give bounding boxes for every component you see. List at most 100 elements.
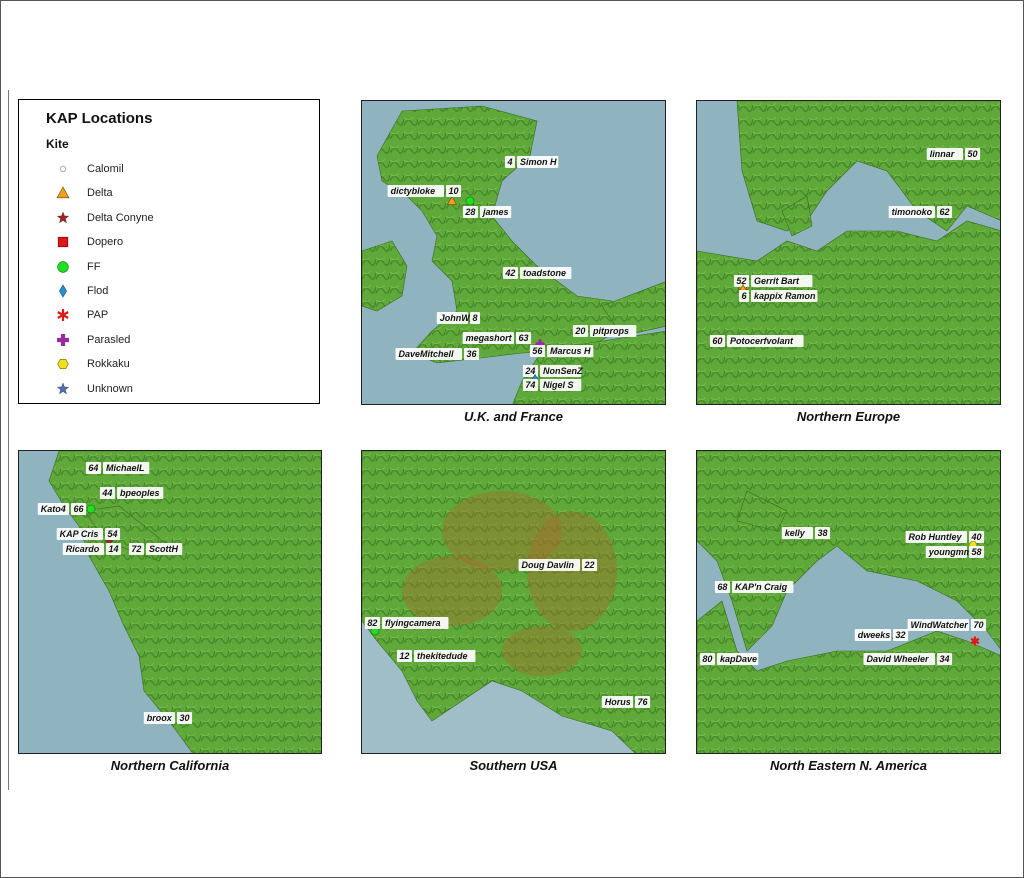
map-canvas: MichaelL 64 bpeoples 44 Kato4 66 KAP Cris 54 Ric…	[19, 451, 321, 753]
marker-name-label: megashort	[466, 333, 513, 343]
map-marker[interactable]: Potocerfvolant 60	[709, 335, 804, 347]
marker-name-label: bpeoples	[120, 488, 160, 498]
legend-item-label: Delta	[87, 187, 113, 200]
caption-uk-france: U.K. and France	[464, 409, 563, 424]
left-rule	[8, 90, 9, 790]
caption-northern-europe: Northern Europe	[796, 409, 901, 424]
map-marker[interactable]: KAP'n Craig 68	[714, 581, 794, 593]
marker-number-label: 56	[532, 346, 543, 356]
marker-number-label: 74	[525, 380, 535, 390]
marker-name-label: dweeks	[858, 630, 891, 640]
legend-item-label: FF	[87, 260, 101, 273]
map-marker[interactable]: Ricardo 14	[62, 543, 122, 555]
marker-number-label: 70	[974, 620, 984, 630]
map-northern-california[interactable]: MichaelL 64 bpeoples 44 Kato4 66 KAP Cris 54 Ric…	[18, 450, 322, 754]
legend-subtitle: Kite	[46, 137, 69, 151]
marker-number-label: 62	[940, 207, 950, 217]
map-marker[interactable]: broox 30	[143, 712, 193, 724]
map-marker[interactable]: NonSenZ 24	[522, 365, 583, 377]
marker-number-label: 34	[940, 654, 950, 664]
map-marker[interactable]: Doug Davlin 22	[518, 559, 598, 571]
map-marker[interactable]: toadstone 42	[502, 267, 572, 279]
marker-number-label: 52	[736, 276, 746, 286]
legend-item-dopero: Dopero	[55, 234, 123, 250]
marker-name-label: NonSenZ	[543, 366, 583, 376]
legend-item-delta-conyne: Delta Conyne	[55, 210, 154, 226]
map-marker[interactable]: JohnW 8	[436, 312, 481, 324]
marker-number-label: 80	[702, 654, 712, 664]
marker-name-label: kelly	[785, 528, 806, 538]
cross-icon	[57, 333, 69, 346]
marker-name-label: KAP Cris	[60, 529, 99, 539]
marker-name-label: DaveMitchell	[399, 349, 455, 359]
asterisk-icon	[57, 309, 69, 322]
map-marker[interactable]: linnar 50	[926, 148, 981, 160]
map-northern-europe[interactable]: linnar 50 timonoko 62 Gerrit Bart 52 kappix Ra…	[696, 100, 1001, 405]
map-canvas: Doug Davlin 22 flyingcamera 82 thekitedude 12…	[362, 451, 665, 753]
map-marker[interactable]: David Wheeler 34	[863, 653, 953, 665]
legend-item-pap: PAP	[55, 307, 108, 323]
legend-item-unknown: Unknown	[55, 381, 133, 397]
legend-item-parasled: Parasled	[55, 332, 130, 348]
marker-number-label: 42	[504, 268, 515, 278]
marker-name-label: flyingcamera	[385, 618, 441, 628]
marker-name-label: KAP'n Craig	[735, 582, 788, 592]
marker-number-label: 20	[574, 326, 585, 336]
marker-number-label: 4	[506, 157, 512, 167]
legend-item-label: Dopero	[87, 236, 124, 249]
map-marker[interactable]: pitprops 20	[572, 325, 637, 337]
marker-name-label: toadstone	[523, 268, 566, 278]
marker-number-label: 36	[467, 349, 478, 359]
marker-name-label: kapDave	[720, 654, 757, 664]
marker-number-label: 14	[109, 544, 119, 554]
map-marker[interactable]: thekitedude 12	[396, 650, 476, 662]
marker-name-label: youngmm	[928, 547, 972, 557]
map-marker[interactable]: MichaelL 64	[85, 462, 150, 474]
marker-name-label: Kato4	[41, 504, 66, 514]
marker-number-label: 72	[131, 544, 141, 554]
marker-number-label: 76	[638, 697, 649, 707]
marker-number-label: 28	[464, 207, 475, 217]
map-marker[interactable]: DaveMitchell 36	[395, 348, 480, 360]
map-marker[interactable]: Horus 76	[601, 696, 651, 708]
marker-name-label: Horus	[605, 697, 631, 707]
marker-name-label: MichaelL	[106, 463, 145, 473]
legend: KAP Locations Kite Calomil Delta Delta Con…	[18, 99, 320, 404]
map-uk-france[interactable]: Simon H 4 dictybloke 10 james 28 toadstone 42 Jo…	[361, 100, 666, 405]
map-marker[interactable]: timonoko 62	[888, 206, 953, 218]
marker-name-label: Simon H	[520, 157, 557, 167]
map-southern-usa[interactable]: Doug Davlin 22 flyingcamera 82 thekitedude 12…	[361, 450, 666, 754]
map-north-eastern-america[interactable]: kelly 38 Rob Huntley 40 youngmm 58 KAP'n Craig…	[696, 450, 1001, 754]
marker-number-label: 10	[449, 186, 459, 196]
map-marker[interactable]: bpeoples 44	[99, 487, 164, 499]
legend-item-rokkaku: Rokkaku	[55, 356, 130, 372]
caption-north-eastern-america: North Eastern N. America	[769, 758, 927, 773]
map-canvas: linnar 50 timonoko 62 Gerrit Bart 52 kappix Ra…	[697, 101, 1000, 404]
marker-number-label: 58	[972, 547, 982, 557]
map-marker[interactable]: dweeks 32	[854, 629, 909, 641]
map-marker[interactable]: Simon H 4	[504, 156, 559, 168]
marker-name-label: thekitedude	[417, 651, 468, 661]
marker-name-label: pitprops	[592, 326, 629, 336]
marker-name-label: kappix Ramon	[754, 291, 816, 301]
marker-name-label: Potocerfvolant	[730, 336, 794, 346]
legend-item-calomil: Calomil	[55, 161, 124, 177]
marker-name-label: linnar	[930, 149, 955, 159]
map-marker[interactable]: kelly 38	[781, 527, 831, 539]
marker-name-label: Doug Davlin	[522, 560, 575, 570]
marker-number-label: 32	[896, 630, 906, 640]
marker-number-label: 60	[712, 336, 722, 346]
caption-northern-california: Northern California	[110, 758, 230, 773]
marker-number-label: 82	[367, 618, 377, 628]
marker-number-label: 68	[717, 582, 727, 592]
legend-item-label: Flod	[87, 285, 109, 297]
marker-number-label: 24	[524, 366, 535, 376]
hexagon-icon	[57, 359, 69, 370]
star-icon	[56, 382, 70, 394]
marker-name-label: David Wheeler	[866, 654, 929, 664]
circle-icon	[57, 260, 69, 273]
marker-number-label: 12	[399, 651, 409, 661]
map-marker[interactable]: ScottH 72	[128, 543, 183, 555]
diamond-icon	[59, 284, 67, 298]
map-marker[interactable]: kapDave 80	[699, 653, 759, 665]
